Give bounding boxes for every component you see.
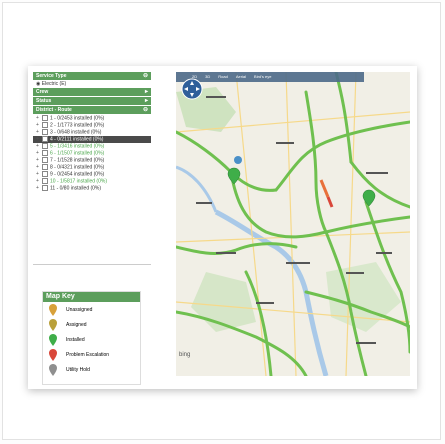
map-canvas[interactable]: [176, 72, 410, 376]
crew-title: Crew: [36, 89, 49, 95]
map-key-label: Problem Escalation: [66, 351, 110, 358]
route-checkbox[interactable]: [42, 178, 48, 184]
route-checkbox[interactable]: [42, 136, 48, 142]
map-view[interactable]: 2D 3D Road Aerial Bird's eye bing: [176, 72, 410, 376]
map-tab[interactable]: Road: [218, 74, 228, 79]
route-label: 10 - 1/5817 installed (0%): [50, 178, 107, 185]
district-route-row[interactable]: +5 - 1/3416 installed (0%): [33, 143, 151, 150]
map-key-label: Assigned: [66, 321, 87, 328]
map-tab[interactable]: Aerial: [236, 74, 246, 79]
route-checkbox[interactable]: [42, 143, 48, 149]
map-pin-icon: [49, 348, 57, 361]
district-route-row[interactable]: +2 - 1/1773 installed (0%): [33, 122, 151, 129]
expand-icon[interactable]: +: [36, 157, 41, 164]
collapse-icon[interactable]: ⊖: [143, 106, 148, 114]
district-header[interactable]: District - Route ⊖: [33, 106, 151, 114]
service-type-option[interactable]: ◉ Electric (E): [33, 81, 151, 88]
expand-icon[interactable]: ▸: [145, 88, 148, 96]
map-tab[interactable]: 3D: [205, 74, 210, 79]
service-type-header[interactable]: Service Type ⊖: [33, 72, 151, 80]
route-checkbox[interactable]: [42, 164, 48, 170]
district-list: +1 - 0/2453 installed (0%) +2 - 1/1773 in…: [33, 115, 151, 192]
expand-icon[interactable]: ▸: [145, 97, 148, 105]
district-route-row[interactable]: +11 - 0/80 installed (0%): [33, 185, 151, 192]
route-label: 11 - 0/80 installed (0%): [50, 185, 102, 192]
map-key-item: Unassigned: [43, 302, 140, 317]
route-label: 6 - 1/1507 installed (0%): [50, 150, 105, 157]
route-label: 4 - 0/2111 installed (0%): [50, 136, 104, 143]
expand-icon[interactable]: +: [36, 178, 41, 185]
district-route-row[interactable]: +6 - 1/1507 installed (0%): [33, 150, 151, 157]
divider: [33, 264, 151, 265]
route-label: 7 - 1/1528 installed (0%): [50, 157, 105, 164]
map-pin-icon: [49, 333, 57, 346]
route-label: 2 - 1/1773 installed (0%): [50, 122, 105, 129]
expand-icon[interactable]: +: [36, 164, 41, 171]
map-key-label: Utility Hold: [66, 366, 90, 373]
collapse-icon[interactable]: ⊖: [143, 72, 148, 80]
route-checkbox[interactable]: [42, 115, 48, 121]
map-toolbar: 2D 3D Road Aerial Bird's eye: [176, 72, 364, 82]
district-route-row[interactable]: +1 - 0/2453 installed (0%): [33, 115, 151, 122]
service-type-title: Service Type: [36, 73, 67, 79]
expand-icon[interactable]: +: [36, 129, 41, 136]
route-label: 8 - 0/4321 installed (0%): [50, 164, 105, 171]
map-key: Map Key Unassigned Assigned Installed Probl…: [42, 291, 141, 385]
map-pin-icon: [49, 303, 57, 316]
district-route-row[interactable]: +3 - 0/648 installed (0%): [33, 129, 151, 136]
expand-icon[interactable]: +: [36, 136, 41, 143]
district-route-row[interactable]: +7 - 1/1528 installed (0%): [33, 157, 151, 164]
status-header[interactable]: Status ▸: [33, 97, 151, 105]
district-route-row[interactable]: +9 - 0/2454 installed (0%): [33, 171, 151, 178]
route-checkbox[interactable]: [42, 185, 48, 191]
expand-icon[interactable]: +: [36, 122, 41, 129]
expand-icon[interactable]: +: [36, 150, 41, 157]
filter-panel: Service Type ⊖ ◉ Electric (E) Crew ▸ Sta…: [33, 72, 151, 192]
route-label: 5 - 1/3416 installed (0%): [50, 143, 105, 150]
expand-icon[interactable]: +: [36, 115, 41, 122]
route-checkbox[interactable]: [42, 150, 48, 156]
map-key-item: Utility Hold: [43, 362, 140, 377]
map-pin-icon: [49, 363, 57, 376]
map-key-list: Unassigned Assigned Installed Problem Escal…: [43, 302, 140, 377]
map-key-title: Map Key: [43, 292, 140, 302]
route-checkbox[interactable]: [42, 157, 48, 163]
route-label: 1 - 0/2453 installed (0%): [50, 115, 105, 122]
assigned-pin-icon[interactable]: [234, 156, 242, 164]
district-route-row[interactable]: +4 - 0/2111 installed (0%): [33, 136, 151, 143]
service-type-label: Electric (E): [41, 81, 67, 87]
map-pin-icon: [49, 318, 57, 331]
route-label: 9 - 0/2454 installed (0%): [50, 171, 105, 178]
map-key-item: Assigned: [43, 317, 140, 332]
expand-icon[interactable]: +: [36, 171, 41, 178]
crew-header[interactable]: Crew ▸: [33, 88, 151, 96]
status-title: Status: [36, 98, 52, 104]
expand-icon[interactable]: +: [36, 185, 41, 192]
district-route-row[interactable]: +10 - 1/5817 installed (0%): [33, 178, 151, 185]
district-title: District - Route: [36, 107, 72, 113]
route-label: 3 - 0/648 installed (0%): [50, 129, 102, 136]
map-key-item: Problem Escalation: [43, 347, 140, 362]
route-checkbox[interactable]: [42, 129, 48, 135]
expand-icon[interactable]: +: [36, 143, 41, 150]
map-tab[interactable]: Bird's eye: [254, 74, 271, 79]
district-route-row[interactable]: +8 - 0/4321 installed (0%): [33, 164, 151, 171]
radio-icon[interactable]: ◉: [36, 81, 40, 87]
bing-logo: bing: [179, 352, 191, 358]
route-checkbox[interactable]: [42, 171, 48, 177]
map-key-item: Installed: [43, 332, 140, 347]
map-key-label: Unassigned: [66, 306, 93, 313]
map-key-label: Installed: [66, 336, 85, 343]
route-checkbox[interactable]: [42, 122, 48, 128]
map-navigation-control[interactable]: [181, 78, 203, 100]
